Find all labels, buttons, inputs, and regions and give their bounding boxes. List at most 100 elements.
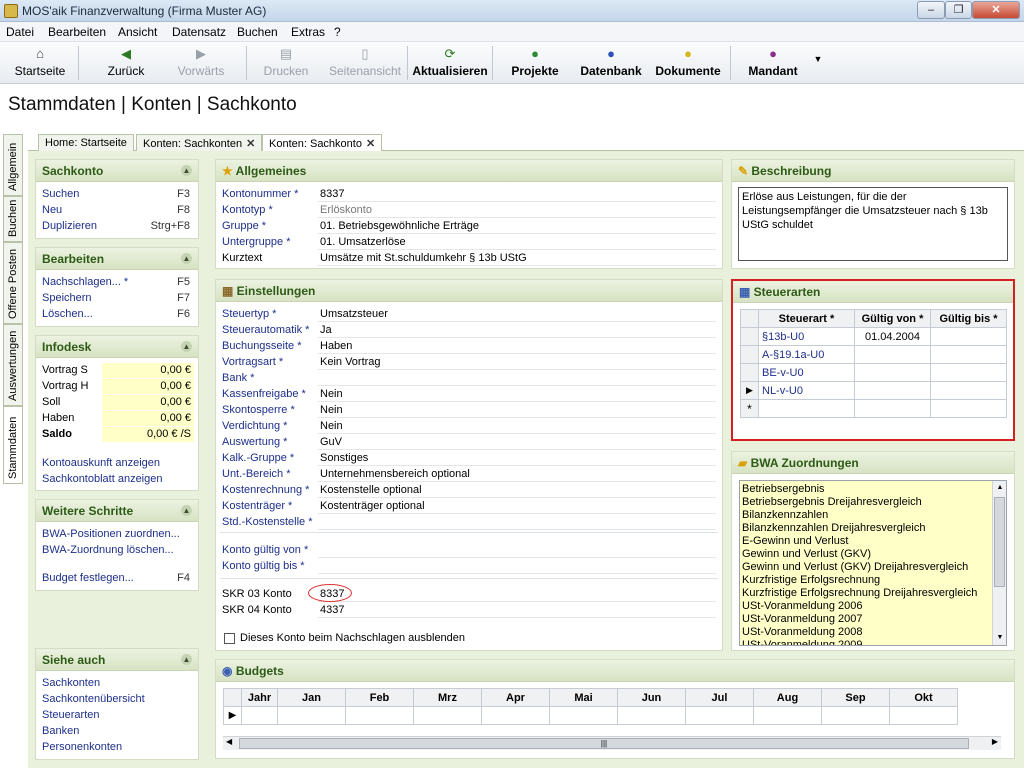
vtab-auswertungen[interactable]: Auswertungen	[3, 324, 23, 406]
sachkontenuebersicht-link[interactable]: Sachkontenübersicht	[42, 693, 145, 705]
field-value[interactable]	[318, 559, 716, 574]
field-value[interactable]: Umsatzsteuer	[318, 307, 716, 322]
field-value[interactable]: 8337	[318, 587, 716, 602]
field-value[interactable]: Kostenträger optional	[318, 499, 716, 514]
steuerart-cell[interactable]: NL-v-U0	[758, 381, 855, 400]
duplizieren-link[interactable]: Duplizieren	[42, 220, 97, 232]
budget-cell[interactable]	[821, 706, 890, 725]
budget-col-header[interactable]: Jahr	[241, 688, 278, 707]
budget-cell[interactable]	[241, 706, 278, 725]
suchen-link[interactable]: Suchen	[42, 188, 79, 200]
field-value[interactable]: Umsätze mit St.schuldumkehr § 13b UStG	[318, 251, 716, 266]
steuerart-cell[interactable]	[854, 363, 931, 382]
speichern-link[interactable]: Speichern	[42, 292, 92, 304]
budget-cell[interactable]	[549, 706, 618, 725]
close-icon[interactable]: ✕	[366, 138, 375, 150]
collapse-icon[interactable]: ▲	[181, 505, 192, 516]
steuerart-cell[interactable]	[854, 381, 931, 400]
steuerart-cell[interactable]	[854, 399, 931, 418]
maximize-button[interactable]: ❐	[945, 1, 972, 19]
field-value[interactable]: 01. Umsatzerlöse	[318, 235, 716, 250]
steuerart-cell[interactable]	[930, 345, 1007, 364]
scroll-up-icon[interactable]: ▲	[994, 482, 1006, 494]
field-value[interactable]: 4337	[318, 603, 716, 618]
budget-cell[interactable]	[481, 706, 550, 725]
menu-buchen[interactable]: Buchen	[237, 25, 278, 39]
bwa-item[interactable]: E-Gewinn und Verlust	[742, 535, 1006, 548]
budget-col-header[interactable]: Jul	[685, 688, 754, 707]
budget-col-header[interactable]: Feb	[345, 688, 414, 707]
startseite-button[interactable]: ⌂ Startseite	[8, 44, 72, 82]
bwa-list[interactable]: Betriebsergebnis Betriebsergebnis Dreijah…	[739, 480, 1007, 646]
budget-cell[interactable]	[685, 706, 754, 725]
bwa-scrollbar[interactable]: ▲ ▼	[992, 481, 1006, 645]
bwa-item[interactable]: Kurzfristige Erfolgsrechnung	[742, 574, 1006, 587]
steuerart-row[interactable]: A-§19.1a-U0	[740, 345, 1007, 364]
scroll-left-icon[interactable]: ◀	[226, 737, 232, 746]
bwa-item[interactable]: USt-Voranmeldung 2009	[742, 639, 1006, 645]
banken-link[interactable]: Banken	[42, 725, 79, 737]
projekte-button[interactable]: ● Projekte	[506, 44, 564, 82]
budget-col-header[interactable]: Okt	[889, 688, 958, 707]
nachschlagen-link[interactable]: Nachschlagen... *	[42, 276, 128, 288]
beschreibung-textarea[interactable]: Erlöse aus Leistungen, für die der Leist…	[738, 187, 1008, 261]
steuerart-cell[interactable]: 01.04.2004	[854, 327, 931, 346]
col-gueltig-bis[interactable]: Gültig bis *	[930, 309, 1007, 328]
tab-home[interactable]: Home: Startseite	[38, 134, 134, 151]
steuerart-cell[interactable]	[854, 345, 931, 364]
bwa-item[interactable]: Bilanzkennzahlen	[742, 509, 1006, 522]
bwa-item[interactable]: Bilanzkennzahlen Dreijahresvergleich	[742, 522, 1006, 535]
field-value[interactable]: Sonstiges	[318, 451, 716, 466]
budget-col-header[interactable]: Mai	[549, 688, 618, 707]
mandant-dropdown[interactable]: ▼	[810, 54, 826, 92]
bwa-item[interactable]: USt-Voranmeldung 2006	[742, 600, 1006, 613]
vtab-allgemein[interactable]: Allgemein	[3, 134, 23, 196]
field-value[interactable]	[318, 543, 716, 558]
collapse-icon[interactable]: ▲	[181, 654, 192, 665]
menu-extras[interactable]: Extras	[291, 25, 325, 39]
menu-ansicht[interactable]: Ansicht	[118, 25, 157, 39]
bwa-item[interactable]: Betriebsergebnis	[742, 483, 1006, 496]
new-row[interactable]: *	[740, 399, 1007, 418]
field-value[interactable]: Erlöskonto	[318, 203, 716, 218]
field-value[interactable]: Kostenstelle optional	[318, 483, 716, 498]
steuerart-cell[interactable]: BE-v-U0	[758, 363, 855, 382]
bwa-zuordnen-link[interactable]: BWA-Positionen zuordnen...	[42, 528, 180, 540]
bwa-item[interactable]: Gewinn und Verlust (GKV) Dreijahresvergl…	[742, 561, 1006, 574]
bwa-item[interactable]: USt-Voranmeldung 2008	[742, 626, 1006, 639]
loeschen-link[interactable]: Löschen...	[42, 308, 93, 320]
steuerart-cell[interactable]	[930, 381, 1007, 400]
close-button[interactable]: ✕	[972, 1, 1020, 19]
steuerart-cell[interactable]	[930, 363, 1007, 382]
budget-cell[interactable]	[889, 706, 958, 725]
forward-button[interactable]: ▶ Vorwärts	[170, 44, 232, 82]
steuerart-row[interactable]: BE-v-U0	[740, 363, 1007, 382]
budget-col-header[interactable]: Jan	[277, 688, 346, 707]
budget-col-header[interactable]: Apr	[481, 688, 550, 707]
budget-cell[interactable]	[345, 706, 414, 725]
collapse-icon[interactable]: ▲	[181, 165, 192, 176]
close-icon[interactable]: ✕	[246, 138, 255, 150]
steuerart-cell[interactable]: A-§19.1a-U0	[758, 345, 855, 364]
scroll-right-icon[interactable]: ▶	[992, 737, 998, 746]
steuerart-cell[interactable]	[758, 399, 855, 418]
col-gueltig-von[interactable]: Gültig von *	[854, 309, 931, 328]
budget-col-header[interactable]: Aug	[753, 688, 822, 707]
field-value[interactable]: Unternehmensbereich optional	[318, 467, 716, 482]
budget-col-header[interactable]: Jun	[617, 688, 686, 707]
budget-cell[interactable]	[413, 706, 482, 725]
steuerart-cell[interactable]	[930, 399, 1007, 418]
field-value[interactable]	[318, 371, 716, 386]
budget-festlegen-link[interactable]: Budget festlegen...	[42, 572, 134, 584]
menu-help[interactable]: ?	[334, 25, 341, 39]
field-value[interactable]: Kein Vortrag	[318, 355, 716, 370]
budgets-hscrollbar[interactable]: ◀ ||| ▶	[223, 736, 1001, 750]
back-button[interactable]: ◀ Zurück	[96, 44, 156, 82]
ausblenden-checkbox[interactable]	[224, 633, 235, 644]
scroll-thumb[interactable]: |||	[239, 738, 969, 749]
budget-cell[interactable]	[277, 706, 346, 725]
field-value[interactable]: 8337	[318, 187, 716, 202]
menu-datei[interactable]: Datei	[6, 25, 34, 39]
vtab-stammdaten[interactable]: Stammdaten	[3, 406, 23, 484]
tab-sachkonten[interactable]: Konten: Sachkonten ✕	[136, 134, 263, 151]
